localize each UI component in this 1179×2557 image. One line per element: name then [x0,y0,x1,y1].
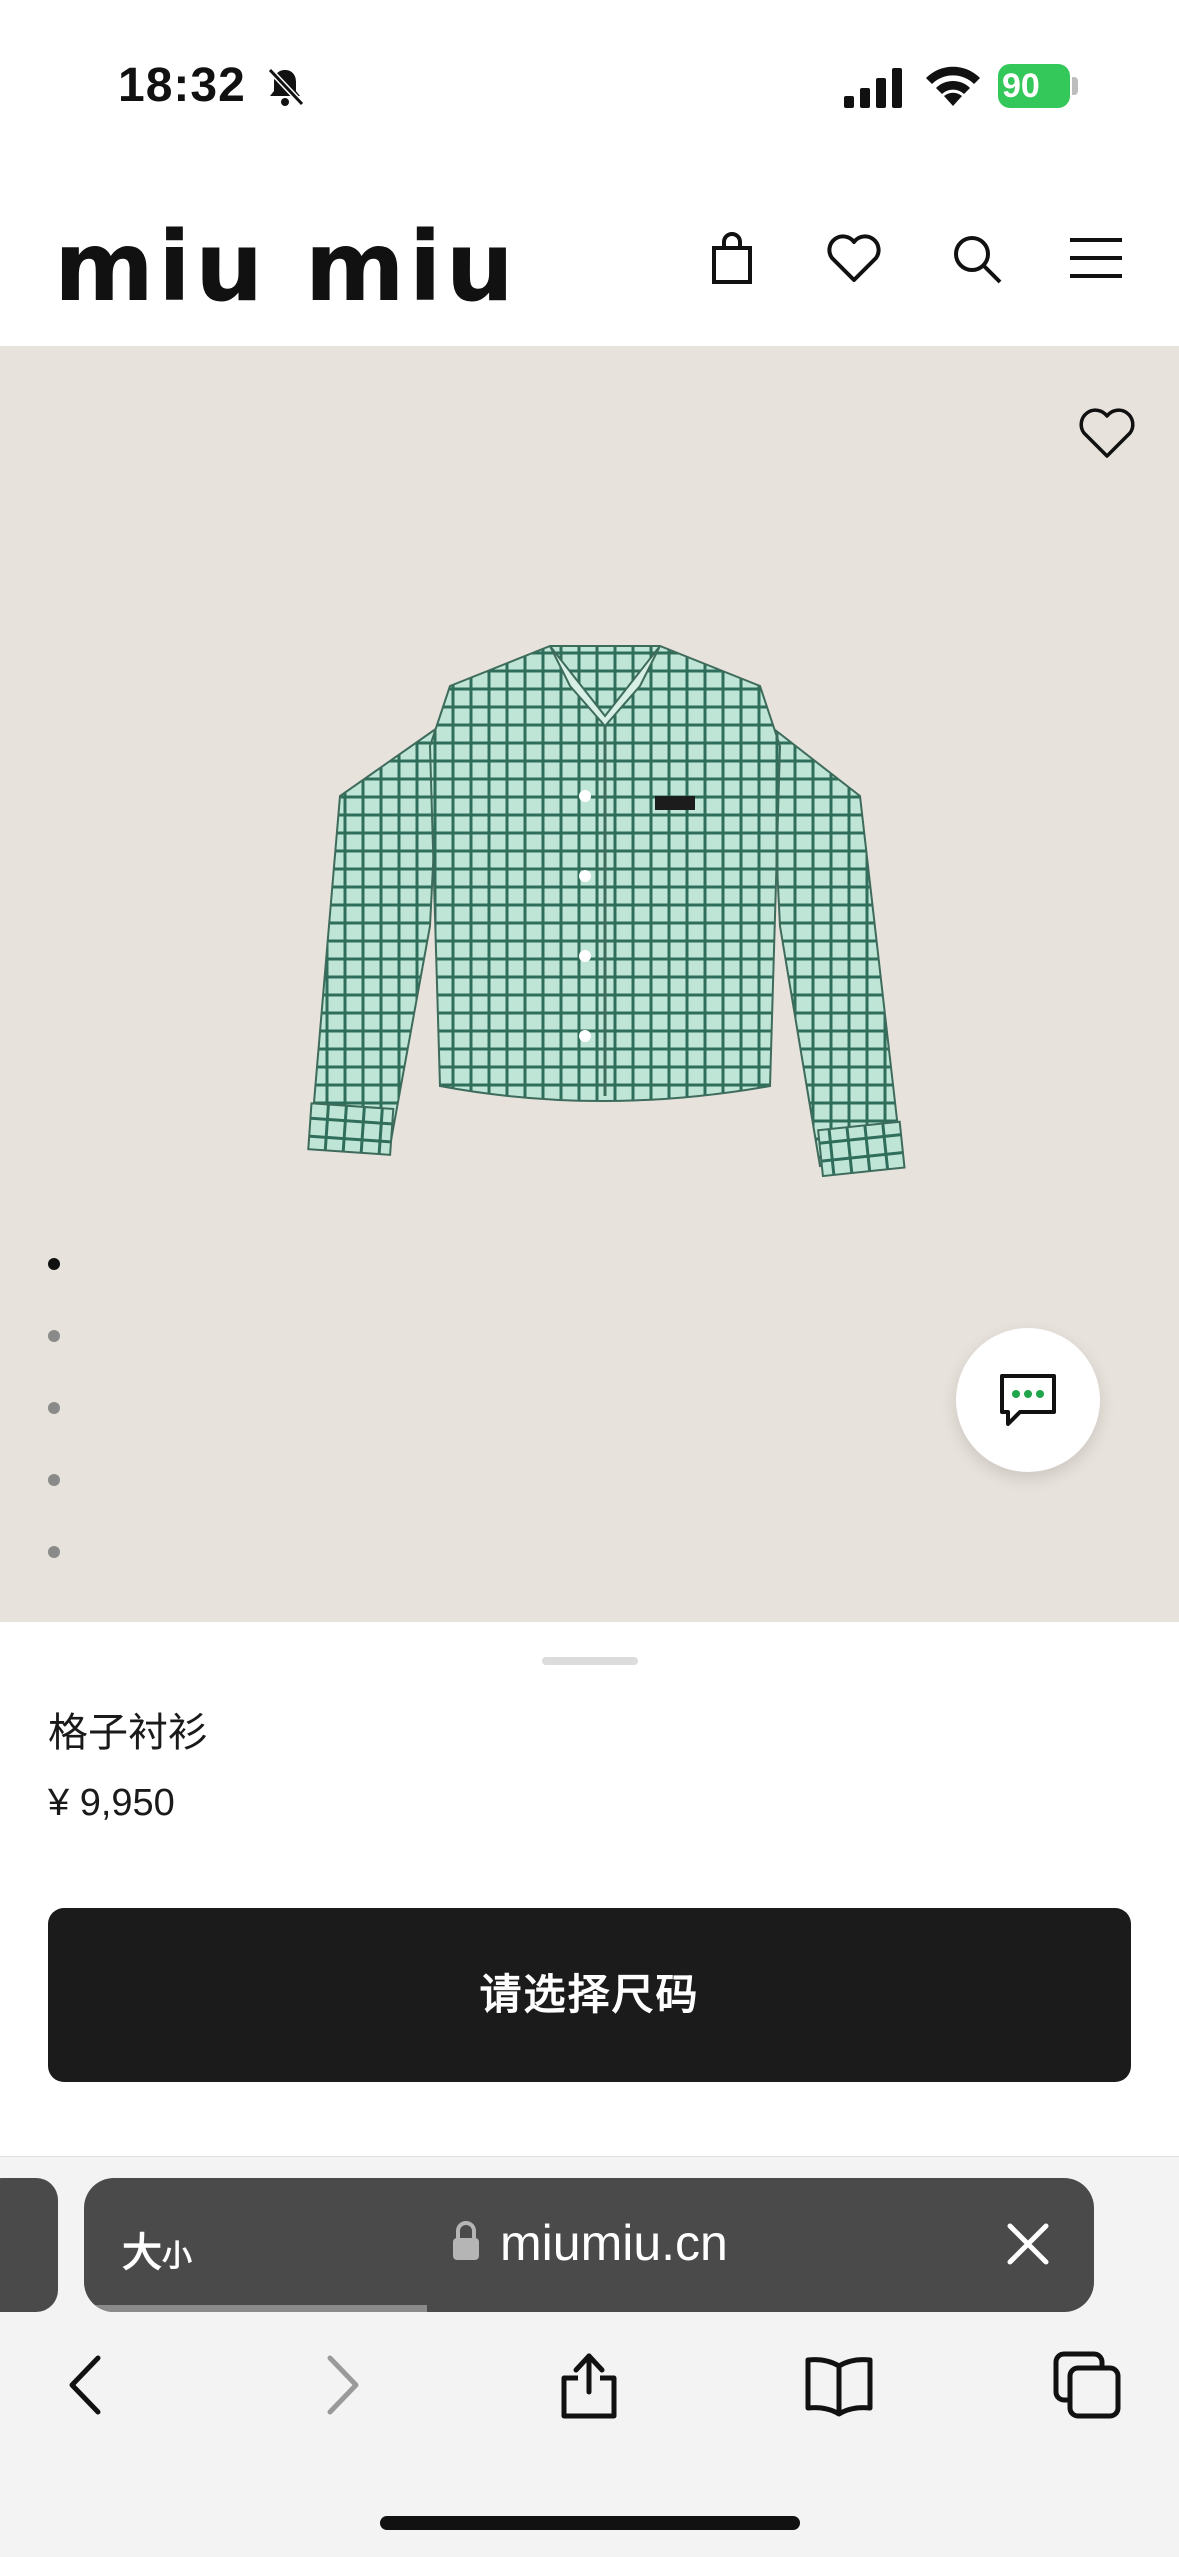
add-to-wishlist-icon[interactable] [1075,402,1139,462]
tabs-icon[interactable] [1052,2350,1122,2420]
forward-icon[interactable] [306,2350,376,2420]
cellular-signal-icon [844,68,902,108]
search-icon[interactable] [946,228,1006,288]
gallery-dot-2[interactable] [48,1330,60,1342]
status-time: 18:32 [118,59,246,112]
gallery-dot-1[interactable] [48,1258,60,1270]
bookmarks-icon[interactable] [804,2350,874,2420]
text-size-button[interactable]: 大小 [122,2220,192,2278]
bell-muted-icon [267,67,305,107]
chat-button[interactable] [956,1328,1100,1472]
close-icon[interactable] [1004,2220,1052,2268]
lock-icon [453,2221,479,2260]
url-text[interactable]: miumiu.cn [500,2214,728,2272]
wifi-icon [926,66,980,106]
brand-logo[interactable]: miu miu [54,219,518,315]
share-icon[interactable] [554,2350,624,2420]
product-name: 格子衬衫 [48,1711,208,1755]
text-size-small: 小 [162,2240,192,2273]
sheet-drag-handle[interactable] [542,1657,638,1665]
battery-indicator: 90 [998,64,1080,108]
battery-tip [1072,77,1078,95]
menu-icon[interactable] [1066,228,1126,288]
site-header: miu miu [0,170,1179,348]
gallery-dot-5[interactable] [48,1546,60,1558]
product-price: ¥ 9,950 [48,1782,175,1824]
product-image-gallery[interactable] [0,346,1179,1622]
page-load-progress [84,2305,428,2312]
chat-bubble-icon [1000,1374,1056,1426]
back-icon[interactable] [52,2350,122,2420]
address-bar[interactable]: 大小 miumiu.cn [84,2178,1094,2312]
gallery-dot-3[interactable] [48,1402,60,1414]
heart-icon[interactable] [824,228,884,288]
shopping-bag-icon[interactable] [702,228,762,288]
gallery-dot-4[interactable] [48,1474,60,1486]
home-indicator [380,2516,800,2530]
text-size-big: 大 [122,2231,162,2275]
product-photo-shirt [307,645,906,1178]
battery-level: 90 [998,64,1070,108]
select-size-button[interactable]: 请选择尺码 [48,1908,1131,2082]
previous-tab-pill[interactable] [0,2178,58,2312]
